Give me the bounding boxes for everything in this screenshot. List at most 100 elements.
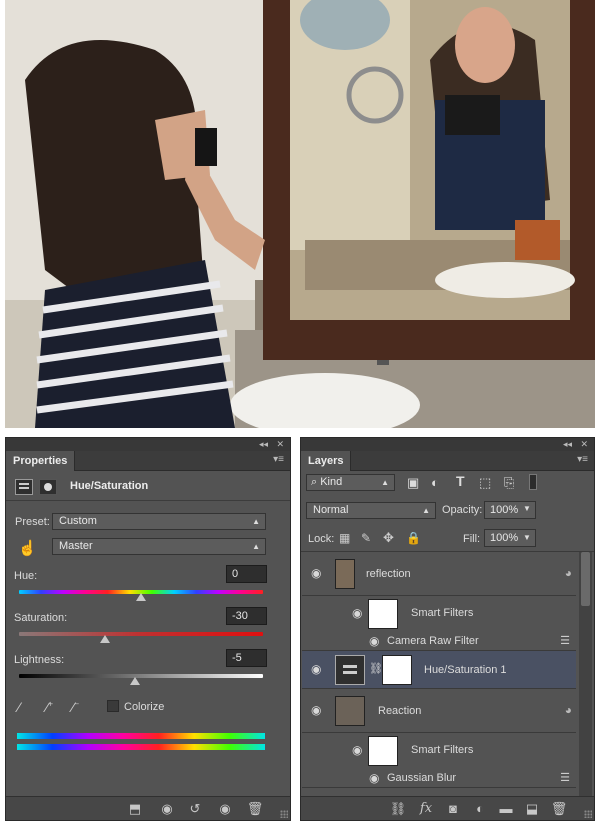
- eyedropper-minus-icon[interactable]: ⁄−: [72, 699, 79, 715]
- lightness-label: Lightness:: [14, 654, 65, 666]
- adjustment-layer-icon[interactable]: [15, 479, 33, 495]
- filter-row-gaussian-blur[interactable]: ◉ Gaussian Blur ☰: [302, 769, 576, 788]
- smart-filters-label: Smart Filters: [411, 744, 474, 756]
- colorize-checkbox[interactable]: [107, 700, 119, 712]
- lightness-slider-track[interactable]: [19, 674, 263, 678]
- mask-link-icon[interactable]: ⛓: [369, 662, 383, 675]
- tab-properties[interactable]: Properties: [6, 451, 76, 471]
- visibility-eye-icon[interactable]: ◉: [369, 634, 379, 648]
- new-layer-icon[interactable]: ⬓: [523, 800, 541, 818]
- channel-value: Master: [59, 540, 93, 552]
- filter-options-icon[interactable]: ☰: [560, 771, 570, 784]
- visibility-eye-icon[interactable]: ◉: [216, 800, 234, 818]
- filter-row-camera-raw[interactable]: ◉ Camera Raw Filter ☰: [302, 632, 576, 651]
- layers-scrollbar[interactable]: [579, 552, 592, 798]
- saturation-slider-track[interactable]: [19, 632, 263, 636]
- lock-all-icon[interactable]: 🔒: [406, 531, 421, 545]
- filter-toggle[interactable]: [529, 474, 537, 490]
- delete-icon[interactable]: 🗑: [246, 800, 264, 818]
- preset-value: Custom: [59, 515, 97, 527]
- resize-grip[interactable]: [584, 810, 592, 818]
- channel-select[interactable]: Master ▲: [52, 538, 266, 555]
- smart-object-filter-icon[interactable]: ⎘: [504, 475, 514, 491]
- collapse-icon[interactable]: ◂◂: [563, 438, 572, 451]
- layer-name: Reaction: [378, 705, 422, 717]
- smart-filters-row[interactable]: ◉ Smart Filters: [302, 733, 576, 769]
- fill-dropdown-icon[interactable]: ▼: [523, 533, 531, 542]
- layer-name: reflection: [366, 568, 411, 580]
- targeted-adjustment-hand-icon[interactable]: ☝: [18, 539, 37, 557]
- saturation-slider-thumb[interactable]: [100, 635, 110, 643]
- scrollbar-thumb[interactable]: [581, 552, 590, 606]
- blend-mode-value: Normal: [313, 504, 349, 516]
- updown-arrows-icon: ▲: [252, 517, 260, 526]
- link-layers-icon[interactable]: ⛓: [389, 800, 407, 818]
- close-icon[interactable]: ✕: [580, 438, 588, 451]
- visibility-eye-icon[interactable]: ◉: [352, 606, 362, 620]
- panel-menu-icon[interactable]: ▾≡: [273, 454, 284, 465]
- clip-to-layer-icon[interactable]: ⬒: [126, 800, 144, 818]
- layer-name: Hue/Saturation 1: [424, 664, 507, 676]
- adjustment-title: Hue/Saturation: [70, 480, 149, 492]
- layers-bottom-bar: ⛓ fx ◙ ◐ ▬ ⬓ 🗑: [301, 796, 594, 820]
- close-icon[interactable]: ✕: [276, 438, 284, 451]
- layer-thumbnail: [335, 696, 365, 726]
- hue-slider-thumb[interactable]: [136, 593, 146, 601]
- preset-select[interactable]: Custom ▲: [52, 513, 266, 530]
- type-filter-icon[interactable]: T: [456, 473, 465, 489]
- lightness-input[interactable]: -5: [226, 649, 267, 667]
- adjustment-layer-icon: [335, 655, 365, 685]
- layer-row-reaction[interactable]: ◉ Reaction ◕: [302, 689, 576, 733]
- lock-pixels-icon[interactable]: ✎: [361, 531, 371, 545]
- updown-arrows-icon: ▲: [381, 478, 389, 487]
- hue-input[interactable]: 0: [226, 565, 267, 583]
- lock-position-icon[interactable]: ✥: [383, 530, 394, 546]
- fill-value: 100%: [490, 532, 519, 544]
- panel-header-bar: ◂◂ ✕: [301, 438, 594, 451]
- filter-mask-thumbnail: [368, 599, 398, 629]
- tab-layers[interactable]: Layers: [301, 451, 352, 471]
- layer-row-reflection[interactable]: ◉ reflection ◕: [302, 552, 576, 596]
- layer-row-hue-saturation[interactable]: ◉ ⛓ Hue/Saturation 1: [302, 651, 576, 689]
- updown-arrows-icon: ▲: [252, 542, 260, 551]
- mask-icon[interactable]: [39, 479, 57, 495]
- view-previous-state-icon[interactable]: ◉: [158, 800, 176, 818]
- visibility-eye-icon[interactable]: ◉: [311, 703, 321, 717]
- adjustment-filter-icon[interactable]: ◐: [431, 475, 439, 490]
- kind-value: Kind: [320, 476, 343, 488]
- new-group-icon[interactable]: ▬: [497, 800, 515, 818]
- visibility-eye-icon[interactable]: ◉: [311, 566, 321, 580]
- layers-tab-row: Layers ▾≡: [301, 451, 594, 471]
- search-icon: ⌕: [311, 476, 321, 488]
- kind-filter-select[interactable]: ⌕ Kind ▲: [306, 474, 395, 491]
- visibility-eye-icon[interactable]: ◉: [311, 662, 321, 676]
- fx-icon[interactable]: fx: [417, 800, 435, 818]
- saturation-input[interactable]: -30: [226, 607, 267, 625]
- lightness-slider-thumb[interactable]: [130, 677, 140, 685]
- resize-grip[interactable]: [280, 810, 288, 818]
- adjustment-header: Hue/Saturation: [6, 473, 290, 501]
- image-filter-icon[interactable]: ▣: [407, 475, 419, 491]
- panel-menu-icon[interactable]: ▾≡: [577, 454, 588, 465]
- properties-tab-row: Properties ▾≡: [6, 451, 290, 471]
- shape-filter-icon[interactable]: ⬚: [479, 475, 491, 491]
- input-hue-bar: [17, 733, 265, 739]
- filter-options-icon[interactable]: ☰: [560, 634, 570, 647]
- eyedropper-icon[interactable]: ⁄: [18, 699, 20, 715]
- smart-filters-row[interactable]: ◉ Smart Filters: [302, 596, 576, 632]
- collapse-icon[interactable]: ◂◂: [259, 438, 268, 451]
- add-mask-icon[interactable]: ◙: [444, 800, 462, 818]
- blend-mode-select[interactable]: Normal ▲: [306, 502, 436, 519]
- filter-name: Camera Raw Filter: [387, 635, 479, 647]
- opacity-dropdown-icon[interactable]: ▼: [523, 504, 531, 513]
- delete-layer-icon[interactable]: 🗑: [550, 800, 568, 818]
- updown-arrows-icon: ▲: [422, 506, 430, 515]
- eyedropper-plus-icon[interactable]: ⁄+: [46, 699, 53, 715]
- layer-mask-thumbnail[interactable]: [382, 655, 412, 685]
- lock-transparent-icon[interactable]: ▦: [339, 531, 350, 545]
- layers-panel: ◂◂ ✕ Layers ▾≡ ⌕ Kind ▲ ▣ ◐ T ⬚ ⎘ Normal…: [300, 437, 595, 821]
- new-adjustment-layer-icon[interactable]: ◐: [471, 800, 489, 818]
- reset-icon[interactable]: ↺: [186, 800, 204, 818]
- visibility-eye-icon[interactable]: ◉: [369, 771, 379, 785]
- visibility-eye-icon[interactable]: ◉: [352, 743, 362, 757]
